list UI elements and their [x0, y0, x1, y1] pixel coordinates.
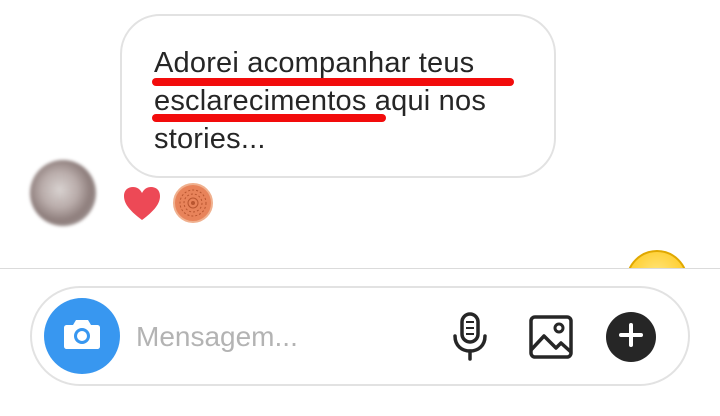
message-bubble[interactable]: Adorei acompanhar teus esclarecimentos a… [120, 14, 556, 178]
gallery-button[interactable] [528, 314, 574, 360]
message-text: Adorei acompanhar teus esclarecimentos a… [154, 44, 534, 158]
message-input[interactable] [136, 318, 426, 356]
heart-icon[interactable] [122, 185, 162, 223]
divider [0, 268, 720, 269]
direct-message-screen: Adorei acompanhar teus esclarecimentos a… [0, 0, 720, 416]
message-composer [30, 286, 690, 386]
camera-button[interactable] [44, 298, 120, 374]
gallery-icon [528, 315, 574, 364]
microphone-button[interactable] [450, 312, 490, 362]
microphone-icon [450, 312, 490, 366]
ring-reaction-icon[interactable] [173, 183, 213, 223]
camera-icon [63, 318, 101, 355]
red-underline-2 [152, 114, 386, 122]
message-line-3: stories... [154, 123, 266, 155]
plus-icon [619, 322, 643, 352]
message-line-1: Adorei acompanhar teus [154, 47, 475, 79]
plus-button[interactable] [606, 312, 656, 362]
sender-avatar[interactable] [30, 160, 96, 226]
red-underline-1 [152, 78, 514, 86]
